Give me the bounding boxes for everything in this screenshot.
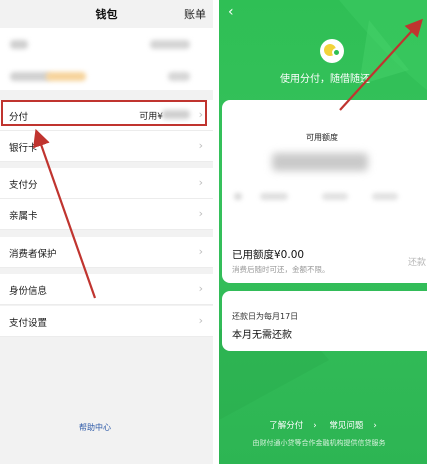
repay-date-card: 还款日为每月17日 本月无需还款 — [222, 291, 427, 351]
fenfu-logo-icon — [320, 39, 344, 63]
page-title: 钱包 — [95, 8, 118, 21]
row-label: 银行卡 — [9, 143, 38, 154]
repay-note: 消费后随时可还，金额不限。 — [232, 265, 330, 274]
wallet-row-consumer-protection[interactable]: 消费者保护 › — [0, 237, 213, 268]
available-limit-label: 可用额度 — [306, 133, 338, 142]
wallet-row-bank-card[interactable]: 银行卡 › — [0, 131, 213, 162]
row-label: 身份信息 — [9, 286, 48, 297]
blurred-text — [322, 193, 348, 200]
bottom-links: 了解分付 › 常见问题 › — [219, 419, 427, 431]
chevron-right-icon: › — [198, 282, 203, 295]
row-label: 消费者保护 — [9, 249, 57, 260]
due-day: 还款日为每月17日 — [232, 312, 299, 321]
chevron-right-icon: › — [373, 421, 377, 431]
blurred-text — [46, 72, 86, 81]
chevron-right-icon: › — [198, 139, 203, 152]
slogan: 使用分付，随借随还 — [280, 74, 370, 85]
wallet-row-identity[interactable]: 身份信息 › — [0, 274, 213, 305]
chevron-right-icon: › — [198, 207, 203, 220]
no-repay-status: 本月无需还款 — [232, 330, 292, 341]
repay-button[interactable]: 还款 — [408, 255, 426, 268]
learn-fenfu-link[interactable]: 了解分付 — [269, 421, 303, 431]
row-label: 亲属卡 — [9, 211, 38, 222]
row-label: 支付分 — [9, 180, 38, 191]
blurred-account-card — [0, 28, 213, 90]
chevron-right-icon: › — [198, 245, 203, 258]
blurred-limit-amount — [272, 153, 368, 171]
help-center-link[interactable]: 帮助中心 — [0, 422, 190, 433]
wallet-row-pay-score[interactable]: 支付分 › — [0, 168, 213, 199]
faq-link[interactable]: 常见问题 — [329, 421, 363, 431]
footer-note: 由财付通小贷等合作金融机构提供信贷服务 — [252, 439, 386, 447]
blurred-text — [10, 40, 28, 49]
wallet-row-family-card[interactable]: 亲属卡 › — [0, 199, 213, 230]
blurred-text — [234, 193, 242, 200]
chevron-right-icon: › — [313, 421, 317, 431]
wallet-header: 钱包 账单 — [0, 0, 213, 28]
blurred-text — [372, 193, 398, 200]
chevron-right-icon: › — [198, 314, 203, 327]
back-arrow-icon[interactable]: ‹ — [228, 4, 234, 20]
blurred-text — [260, 193, 288, 200]
fenfu-screen: ‹ 使用分付，随借随还 可用额度 已用额度¥0.00 消费后随时可还，金额不限。… — [219, 0, 427, 464]
bill-link[interactable]: 账单 — [184, 6, 206, 22]
highlight-box — [1, 100, 207, 126]
wallet-screen: 钱包 账单 分付 可用¥ › 银行卡 › 支付分 › 亲属卡 › 消费者保护 ›… — [0, 0, 213, 464]
blurred-text — [10, 72, 50, 81]
used-limit: 已用额度¥0.00 — [232, 249, 305, 261]
blurred-text — [168, 72, 190, 81]
chevron-right-icon: › — [198, 176, 203, 189]
wallet-row-pay-settings[interactable]: 支付设置 › — [0, 306, 213, 337]
limit-card: 可用额度 已用额度¥0.00 消费后随时可还，金额不限。 还款 — [222, 100, 427, 283]
blurred-text — [150, 40, 190, 49]
row-label: 支付设置 — [9, 318, 48, 329]
